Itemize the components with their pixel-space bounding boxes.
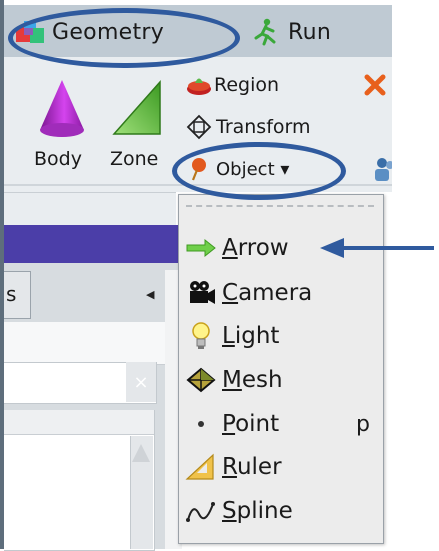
menu-tearoff-line[interactable] [186, 205, 374, 207]
zone-label: Zone [110, 148, 159, 170]
running-figure-icon [252, 18, 280, 46]
menu-item-spline[interactable]: Spline [180, 491, 380, 531]
camera-icon [184, 278, 218, 308]
point-icon [184, 409, 218, 439]
menu-item-label: Camera [222, 280, 313, 306]
ruler-icon [184, 452, 218, 482]
pointer-arrow-icon [318, 236, 436, 260]
menu-item-label: Arrow [222, 235, 289, 261]
menu-item-label: Mesh [222, 367, 283, 393]
panel-header-area [4, 322, 174, 365]
menu-item-ruler[interactable]: Ruler [180, 447, 380, 487]
tab-run-label: Run [288, 19, 332, 45]
region-button[interactable]: Region [186, 70, 336, 100]
transform-icon [186, 114, 212, 140]
transform-button[interactable]: Transform [186, 112, 356, 142]
scroll-up-icon[interactable] [132, 444, 150, 462]
mesh-icon [184, 365, 218, 395]
transform-label: Transform [216, 116, 311, 138]
triangle-icon [112, 80, 164, 138]
menu-item-point[interactable]: Point p [180, 404, 380, 444]
region-icon [186, 74, 212, 96]
panel-tab-label: s [6, 282, 17, 306]
region-label: Region [214, 74, 280, 96]
highlight-ellipse-geometry [8, 8, 240, 68]
highlight-ellipse-object [172, 142, 346, 200]
panel-title-bar [4, 225, 178, 263]
menu-item-camera[interactable]: Camera [180, 273, 380, 313]
zone-button[interactable]: Zone [106, 78, 168, 174]
clear-icon[interactable]: × [126, 362, 156, 402]
menu-item-mesh[interactable]: Mesh [180, 360, 380, 400]
arrow-icon [184, 233, 218, 263]
menu-item-light[interactable]: Light [180, 316, 380, 356]
tab-run[interactable]: Run [252, 14, 362, 50]
people-icon[interactable] [372, 156, 392, 182]
lightbulb-icon [184, 321, 218, 351]
spline-icon [184, 496, 218, 526]
shortcut-label: p [356, 411, 370, 437]
menu-item-label: Point [222, 411, 280, 437]
close-icon[interactable] [362, 72, 388, 98]
body-button[interactable]: Body [30, 78, 94, 174]
menu-item-label: Spline [222, 498, 293, 524]
ribbon-lower-strip [4, 192, 176, 226]
menu-item-label: Light [222, 323, 280, 349]
menu-item-label: Ruler [222, 454, 282, 480]
cone-icon [36, 78, 88, 142]
tab-scroll-left-icon[interactable]: ◀ [146, 288, 154, 301]
list-header [4, 410, 154, 435]
body-label: Body [34, 148, 82, 170]
